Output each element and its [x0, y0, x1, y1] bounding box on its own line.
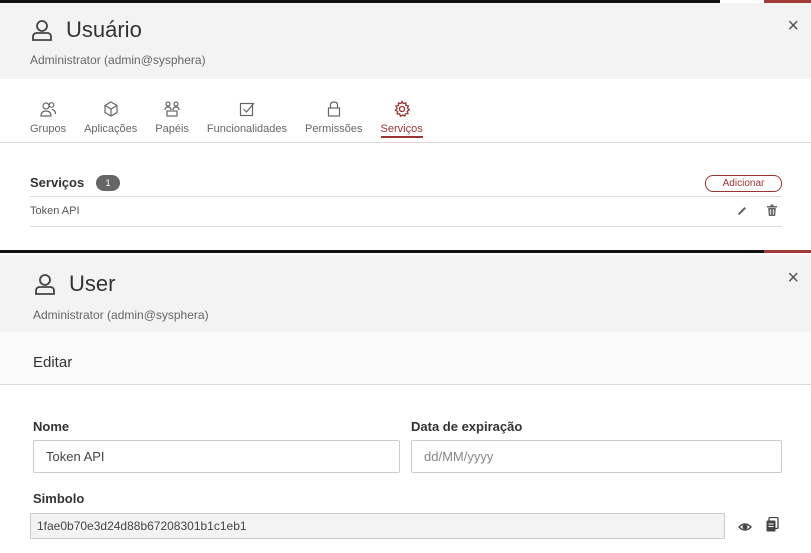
tab-label: Serviços	[380, 123, 423, 135]
section-title: Serviços	[30, 175, 85, 190]
roles-icon	[164, 101, 180, 117]
eye-icon[interactable]	[738, 520, 752, 538]
users-icon	[40, 102, 57, 117]
user-icon	[32, 20, 52, 41]
tab-label: Aplicações	[84, 123, 138, 135]
copy-icon[interactable]	[766, 516, 779, 537]
trash-icon[interactable]	[766, 204, 778, 222]
title-row: Usuário	[30, 17, 142, 43]
expiry-date-field[interactable]: dd/MM/yyyy	[411, 440, 782, 473]
expiry-label: Data de expiração	[411, 419, 523, 434]
tab-servicos[interactable]: Serviços	[380, 100, 423, 138]
close-icon[interactable]: ×	[787, 268, 799, 288]
count-badge: 1	[96, 175, 120, 191]
tab-label: Permissões	[305, 123, 363, 135]
list-item[interactable]: Token API	[30, 197, 782, 227]
lock-icon	[327, 101, 340, 117]
tab-permissoes[interactable]: Permissões	[305, 100, 363, 138]
gear-icon	[393, 100, 410, 118]
page-title: Usuário	[66, 17, 142, 42]
edit-title: Editar	[33, 354, 73, 371]
tabs-separator	[0, 142, 811, 143]
tab-papeis[interactable]: Papéis	[155, 100, 189, 138]
tab-aplicacoes[interactable]: Aplicações	[84, 100, 137, 138]
symbol-field[interactable]: 1fae0b70e3d24d88b67208301b1c1eb1	[30, 513, 725, 539]
user-services-panel: Usuário Administrator (admin@sysphera) ×…	[0, 0, 811, 253]
name-field[interactable]: Token API	[33, 440, 400, 473]
tab-bar: Grupos Aplicações Papéis Funcionalidades	[30, 100, 441, 138]
edit-section-header: Editar	[0, 332, 811, 385]
panel-header: User Administrator (admin@sysphera) ×	[0, 255, 811, 332]
user-subtitle: Administrator (admin@sysphera)	[30, 53, 206, 67]
pencil-icon[interactable]	[736, 204, 748, 222]
tab-funcionalidades[interactable]: Funcionalidades	[207, 100, 287, 138]
tab-label: Papéis	[155, 123, 189, 135]
page-title: User	[69, 271, 116, 296]
user-subtitle: Administrator (admin@sysphera)	[33, 308, 209, 322]
tab-label: Grupos	[30, 123, 67, 135]
panel-header: Usuário Administrator (admin@sysphera) ×	[0, 3, 811, 79]
cube-icon	[104, 101, 118, 117]
services-section-header: Serviços 1 Adicionar	[30, 173, 782, 195]
user-icon	[35, 274, 55, 295]
tab-grupos[interactable]: Grupos	[30, 100, 66, 138]
service-name: Token API	[30, 205, 80, 217]
edit-service-panel: User Administrator (admin@sysphera) × Ed…	[0, 253, 811, 553]
tab-label: Funcionalidades	[206, 123, 288, 135]
symbol-label: Simbolo	[33, 491, 85, 506]
title-row: User	[33, 271, 115, 297]
checkbox-icon	[239, 102, 255, 117]
name-label: Nome	[33, 419, 70, 434]
close-icon[interactable]: ×	[787, 16, 799, 36]
add-button[interactable]: Adicionar	[705, 175, 782, 192]
